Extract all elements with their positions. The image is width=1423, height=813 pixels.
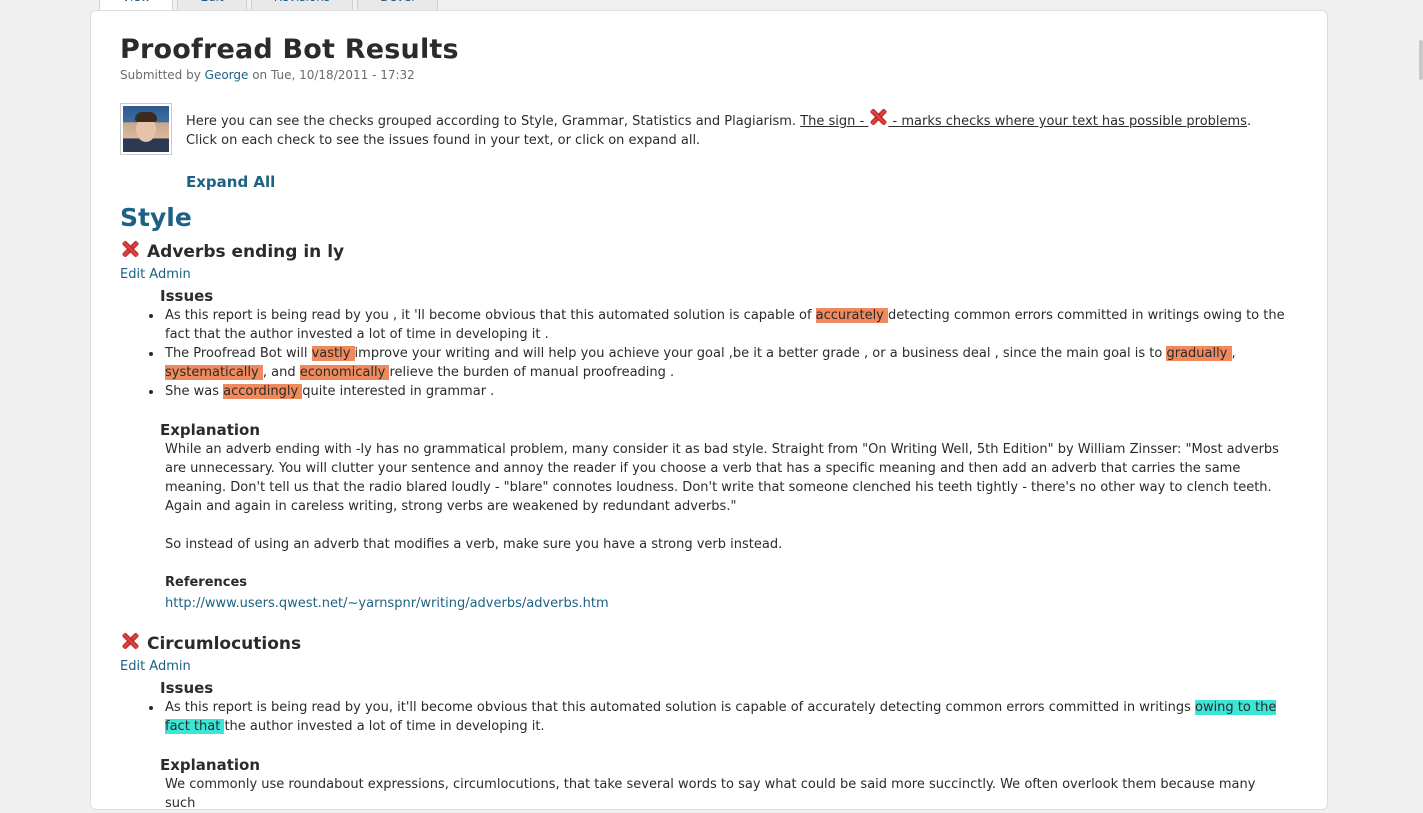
check-title[interactable]: Circumlocutions [120,633,1295,655]
highlight: accurately [815,308,889,323]
sign-before: The sign - [800,114,865,129]
node-content: Proofread Bot Results Submitted by Georg… [120,33,1290,811]
edit-admin-link[interactable]: Edit Admin [120,659,191,674]
highlight: gradually [1166,346,1232,361]
highlight: systematically [165,365,263,380]
intro-text-before: Here you can see the checks grouped acco… [186,114,797,129]
explanation-heading: Explanation [160,756,261,774]
issue-text: relieve the burden of manual proofreadin… [389,365,675,380]
avatar [120,103,172,155]
issue-text: , and [262,365,300,380]
issues-heading: Issues [160,287,214,305]
submitted-date: on Tue, 10/18/2011 - 17:32 [252,68,415,82]
tab-revisions[interactable]: Revisions [250,0,354,10]
explanation-text: While an adverb ending with -ly has no g… [165,442,1279,514]
issue-text: quite interested in grammar . [302,384,495,399]
edit-admin-link[interactable]: Edit Admin [120,267,191,282]
highlight: vastly [311,346,355,361]
issue-text: The Proofread Bot will [165,346,312,361]
submitted-prefix: Submitted by [120,68,201,82]
issue-text: , [1231,346,1236,361]
list-item: As this report is being read by you, it'… [149,698,1295,736]
references-heading: References [165,575,248,590]
section-title-style: Style [120,203,192,232]
tab-bar: View Edit Revisions Devel [99,0,442,10]
check-circumlocutions: Circumlocutions Edit Admin Issues As thi… [120,633,1295,813]
explanation-text: We commonly use roundabout expressions, … [165,777,1256,811]
issue-text: As this report is being read by you , it… [165,308,816,323]
author-link[interactable]: George [205,68,249,82]
issues-list: As this report is being read by you , it… [120,306,1295,401]
page-title: Proofread Bot Results [120,34,459,65]
issue-text: improve your writing and will help you a… [354,346,1167,361]
submitted-info: Submitted by George on Tue, 10/18/2011 -… [120,67,1290,83]
check-title-text: Adverbs ending in ly [147,242,345,262]
list-item: The Proofread Bot will vastly improve yo… [149,344,1295,382]
check-adverbs: Adverbs ending in ly Edit Admin Issues A… [120,241,1295,613]
issue-text: the author invested a lot of time in dev… [224,719,545,734]
check-title[interactable]: Adverbs ending in ly [120,241,1295,263]
error-x-icon [120,631,140,651]
tab-edit[interactable]: Edit [177,0,247,10]
reference-link[interactable]: http://www.users.qwest.net/~yarnspnr/wri… [165,596,609,611]
expand-all-link[interactable]: Expand All [186,173,275,191]
issue-text: She was [165,384,224,399]
list-item: As this report is being read by you , it… [149,306,1295,344]
error-x-icon [120,239,140,259]
sign-legend: The sign - - marks checks where your tex… [800,114,1247,129]
highlight: accordingly [223,384,303,399]
sign-after: - marks checks where your text has possi… [892,114,1247,129]
intro-block: Here you can see the checks grouped acco… [120,103,1290,191]
issue-text: As this report is being read by you, it'… [165,700,1195,715]
issues-list: As this report is being read by you, it'… [120,698,1295,736]
list-item: She was accordingly quite interested in … [149,382,1295,401]
tab-devel[interactable]: Devel [357,0,438,10]
intro-text: Here you can see the checks grouped acco… [186,107,1286,150]
scrollbar[interactable] [1419,0,1423,791]
content-card: Proofread Bot Results Submitted by Georg… [90,10,1328,811]
avatar-photo [123,106,169,152]
highlight: economically [299,365,390,380]
check-title-text: Circumlocutions [147,634,302,654]
explanation-heading: Explanation [160,421,261,439]
error-x-icon [868,107,888,127]
issues-heading: Issues [160,679,214,697]
tab-view[interactable]: View [99,0,174,10]
avatar-hair-shape [135,112,157,122]
scrollbar-thumb[interactable] [1419,40,1423,80]
explanation-text: So instead of using an adverb that modif… [165,537,783,552]
